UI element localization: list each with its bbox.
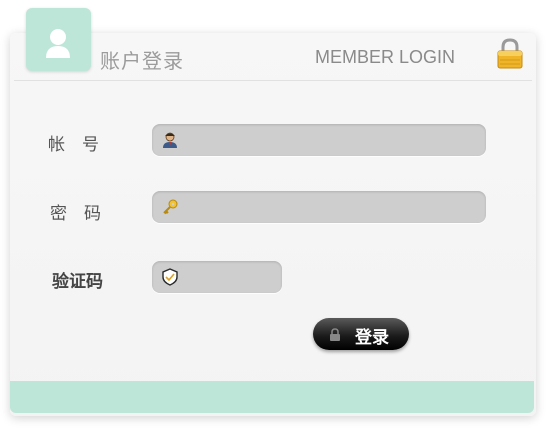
account-input[interactable] (184, 124, 478, 158)
small-lock-icon (329, 327, 341, 346)
password-field[interactable] (152, 191, 486, 225)
password-input[interactable] (184, 191, 478, 225)
login-button[interactable]: 登录 (313, 318, 409, 350)
user-icon (161, 131, 179, 153)
panel-footer-bar (10, 381, 534, 413)
shield-check-icon (161, 268, 179, 290)
padlock-icon (495, 38, 525, 74)
login-button-label: 登录 (355, 328, 389, 348)
user-silhouette-icon (46, 29, 70, 58)
password-label: 密 码 (50, 204, 101, 224)
page-title-cn: 账户登录 (100, 49, 184, 73)
page-title-en: MEMBER LOGIN (315, 47, 456, 67)
captcha-input[interactable] (184, 261, 274, 295)
account-field[interactable] (152, 124, 486, 158)
header-divider (14, 80, 532, 81)
captcha-label: 验证码 (52, 272, 103, 292)
account-label: 帐 号 (48, 135, 99, 155)
avatar-tile (26, 8, 91, 71)
key-icon (161, 198, 179, 220)
captcha-field[interactable] (152, 261, 282, 295)
